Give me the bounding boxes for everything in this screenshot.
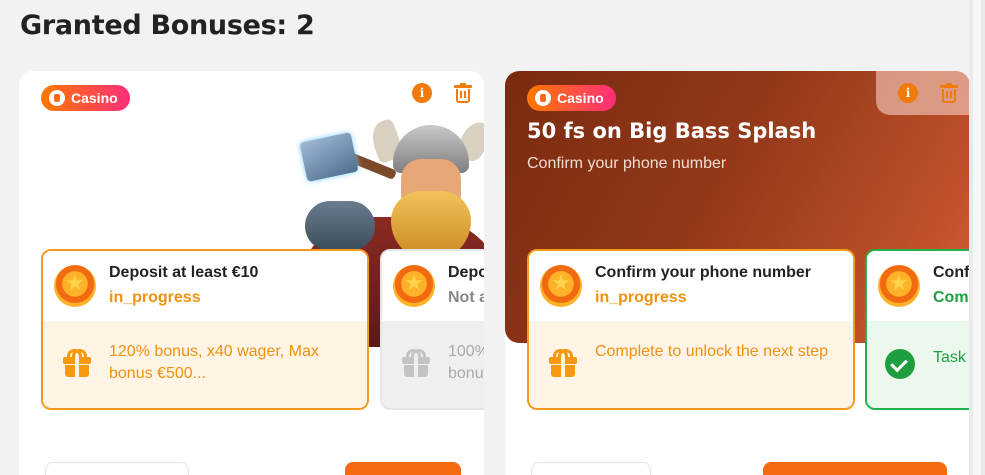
gift-icon	[63, 349, 91, 377]
category-tag: Casino	[527, 85, 616, 111]
secondary-button[interactable]	[531, 462, 651, 475]
info-icon[interactable]: i	[898, 83, 918, 103]
check-icon	[885, 349, 915, 379]
bonus-card-1: Casino i Deposit at least €10 in_progres…	[19, 71, 484, 475]
bonus-title: 50 fs on Big Bass Splash	[527, 119, 817, 143]
category-tag: Casino	[41, 85, 130, 111]
task-description: 100% bonu	[448, 343, 484, 382]
casino-icon	[535, 90, 551, 106]
trash-icon[interactable]	[454, 83, 472, 103]
task-title: Deposit at least €10	[109, 264, 259, 281]
info-icon[interactable]: i	[412, 83, 432, 103]
scrollbar[interactable]	[969, 0, 985, 475]
task-status: in_progress	[109, 289, 201, 306]
task-title: Depo	[448, 264, 484, 281]
primary-button[interactable]	[345, 462, 461, 475]
coin-icon	[540, 265, 582, 307]
gift-icon	[402, 349, 430, 377]
coin-icon	[54, 265, 96, 307]
task-card[interactable]: Deposit at least €10 in_progress 120% bo…	[41, 249, 369, 410]
task-description: Complete to unlock the next step	[595, 343, 829, 360]
coin-icon	[393, 265, 435, 307]
card-actions: i	[390, 71, 484, 115]
trash-icon[interactable]	[940, 83, 958, 103]
gift-icon	[549, 349, 577, 377]
primary-button[interactable]	[763, 462, 947, 475]
task-status: Not a	[448, 289, 484, 306]
page-title: Granted Bonuses: 2	[20, 10, 315, 41]
category-tag-label: Casino	[557, 90, 604, 106]
task-title: Conf	[933, 264, 970, 281]
bonus-subtitle: Confirm your phone number	[527, 155, 727, 172]
coin-icon	[878, 265, 920, 307]
bonus-card-2: Casino i 50 fs on Big Bass Splash Confir…	[505, 71, 970, 475]
task-card[interactable]: Confirm your phone number in_progress Co…	[527, 249, 855, 410]
task-card[interactable]: Conf Com Task	[865, 249, 970, 410]
task-card[interactable]: Depo Not a 100% bonu	[380, 249, 484, 410]
task-description: Task	[933, 349, 966, 366]
card-actions: i	[876, 71, 970, 115]
task-status: in_progress	[595, 289, 687, 306]
category-tag-label: Casino	[71, 90, 118, 106]
task-title: Confirm your phone number	[595, 264, 811, 281]
task-status: Com	[933, 289, 969, 306]
casino-icon	[49, 90, 65, 106]
secondary-button[interactable]	[45, 462, 189, 475]
task-description: 120% bonus, x40 wager, Max bonus €500...	[109, 343, 319, 382]
